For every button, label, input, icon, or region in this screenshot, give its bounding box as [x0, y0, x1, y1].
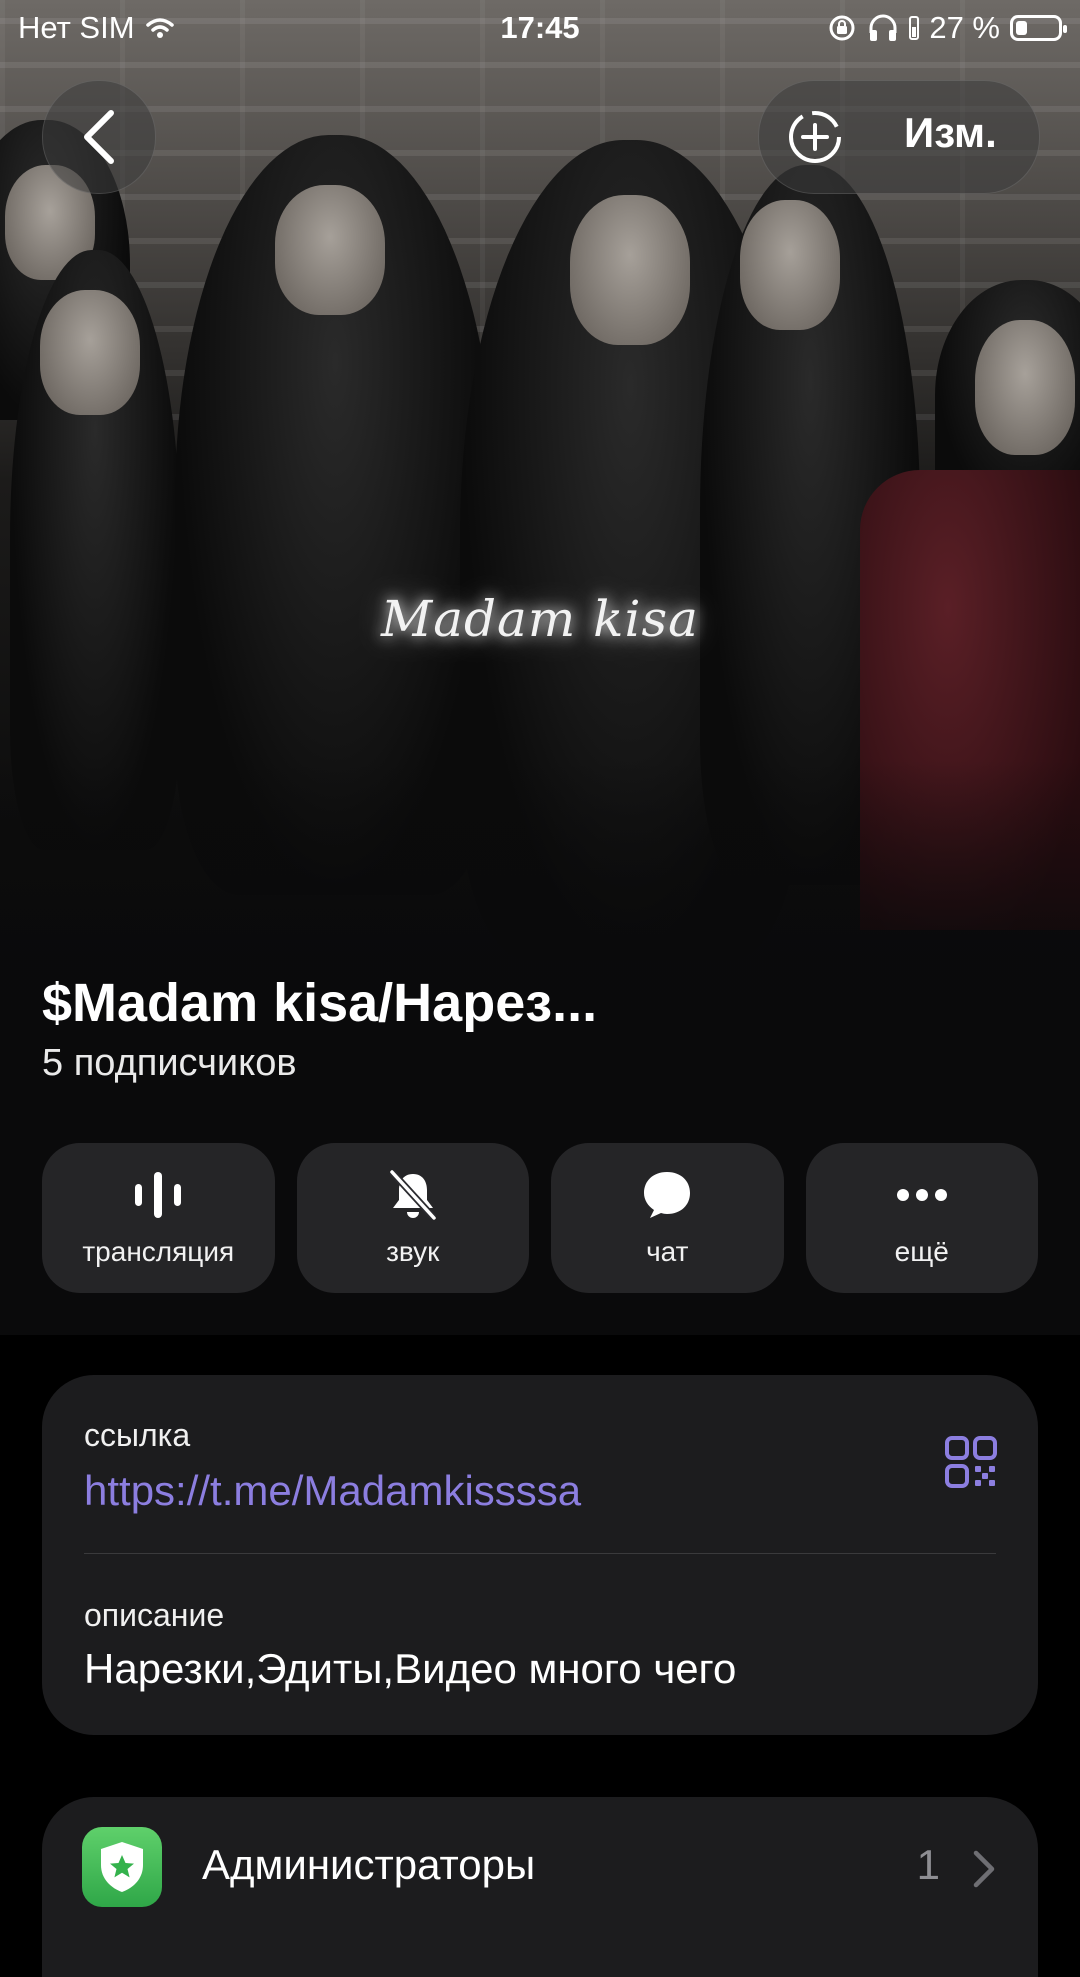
- figure-face: [975, 320, 1075, 455]
- battery-percent: 27 %: [929, 10, 1000, 45]
- status-bar: Нет SIM 17:45 27 %: [0, 0, 1080, 54]
- chat-label: чат: [646, 1236, 689, 1267]
- channel-description: Нарезки,Эдиты,Видео много чего: [84, 1645, 737, 1692]
- channel-link[interactable]: https://t.me/Madamkissssa: [84, 1467, 581, 1515]
- administrators-label: Администраторы: [202, 1841, 536, 1888]
- headphone-battery-icon: [909, 16, 920, 40]
- status-right-group: 27 %: [827, 10, 1067, 46]
- chat-bubble-icon: [640, 1168, 694, 1222]
- channel-info-card: ссылка https://t.me/Madamkissssa описани…: [42, 1375, 1038, 1735]
- sound-label: звук: [386, 1236, 440, 1267]
- action-buttons-row: трансляция звук чат ещё: [42, 1143, 1038, 1293]
- shield-star-icon: [82, 1827, 162, 1907]
- administrators-count: 1: [916, 1841, 940, 1888]
- back-button[interactable]: [42, 80, 156, 194]
- channel-title: $Madam kisa/Нарез...: [42, 973, 598, 1033]
- link-caption: ссылка: [84, 1417, 191, 1453]
- add-story-icon[interactable]: [787, 109, 843, 165]
- card-divider: [84, 1553, 996, 1554]
- more-icon: [895, 1168, 949, 1222]
- chevron-right-icon: [973, 1850, 995, 1888]
- chat-button[interactable]: чат: [551, 1143, 784, 1293]
- headphones-icon: [869, 14, 897, 41]
- figure-face: [570, 195, 690, 345]
- cover-watermark-text: Madam kisa: [381, 590, 699, 648]
- broadcast-icon: [131, 1168, 185, 1222]
- figure-face: [740, 200, 840, 330]
- more-button[interactable]: ещё: [805, 1143, 1038, 1293]
- bell-muted-icon: [386, 1168, 440, 1222]
- broadcast-button[interactable]: трансляция: [42, 1143, 275, 1293]
- broadcast-label: трансляция: [82, 1236, 235, 1267]
- header-actions-pill: Изм.: [758, 80, 1040, 194]
- description-caption: описание: [84, 1597, 225, 1633]
- more-label: ещё: [894, 1236, 949, 1267]
- battery-icon: [1010, 15, 1067, 41]
- battery-level: [1016, 21, 1027, 35]
- sound-button[interactable]: звук: [296, 1143, 529, 1293]
- edit-button[interactable]: Изм.: [904, 109, 997, 157]
- qr-code-icon[interactable]: [944, 1435, 998, 1489]
- orientation-lock-icon: [829, 15, 855, 41]
- administrators-row[interactable]: Администраторы 1: [42, 1797, 1038, 1977]
- chevron-left-icon: [84, 110, 114, 164]
- channel-cover-image: Madam kisa: [0, 0, 1080, 1335]
- figure-face: [275, 185, 385, 315]
- subscriber-count: 5 подписчиков: [42, 1042, 297, 1084]
- figure-face: [40, 290, 140, 415]
